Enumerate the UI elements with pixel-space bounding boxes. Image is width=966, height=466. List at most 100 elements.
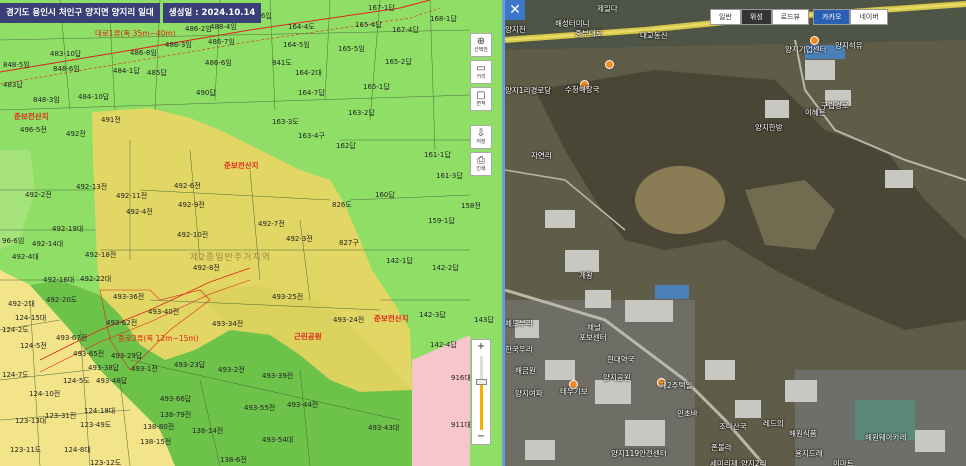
parcel-label: 160답 [375,191,395,199]
parcel-label: 492-9전 [178,201,205,209]
parcel-label: 483답 [3,81,23,89]
parcel-label: 492-16대 [43,276,75,284]
parcel-label: 486-6임 [205,59,232,67]
select-area-button[interactable]: ⊕ 선택안 [470,33,492,57]
save-button[interactable]: ⇩ 저장 [470,125,492,149]
parcel-label: 163-4구 [298,132,325,140]
app-root: 488-6입 488-4임 486-2임 486-3임 486-6임 486-7… [0,0,966,466]
parcel-label: 492-4전 [126,208,153,216]
parcel-label: 848-6임 [53,65,80,73]
address-label: 경기도 용인시 처인구 양지면 양지리 일대 [0,3,160,23]
place-label: 양지천 [505,25,526,34]
parcel-label: 911대 [451,421,471,429]
tab-normal[interactable]: 일반 [710,9,741,25]
parcel-label: 492-11전 [116,192,148,200]
place-label: 양지공원 [603,373,631,382]
parcel-label: 493-54대 [262,436,294,444]
zoom-out-button[interactable]: − [472,430,490,444]
poi-marker[interactable] [605,60,614,69]
parcel-label: 142-3답 [419,311,446,319]
measure-distance-button[interactable]: ▭ 거리 [470,60,492,84]
parcel-label: 142-2답 [432,264,459,272]
place-label: 민초바 [677,409,698,418]
map-toolbar: ⊕ 선택안 ▭ 거리 ▢ 면적 ⇩ 저장 ⎙ 인쇄 [470,33,492,179]
parcel-label: 138-79전 [160,411,192,419]
parcel-label: 124-5도 [63,377,90,385]
zone-label-forest: 준보전산지 [14,112,49,121]
parcel-label: 492-7전 [258,220,285,228]
parcel-label: 492-20도 [46,296,78,304]
tab-roadview[interactable]: 로드뷰 [771,9,810,25]
place-label: 양지기업센터 [785,45,827,54]
download-icon: ⇩ [476,128,486,139]
parcel-label: 123-11도 [10,446,42,454]
parcel-label: 124-5전 [20,342,47,350]
tool-label: 거리 [476,74,486,80]
parcel-label: 493-40전 [148,308,180,316]
parcel-label: 486-7임 [208,38,235,46]
parcel-label: 493-23답 [174,361,206,369]
place-label: 중부대로 [575,29,603,38]
zone-label-forest: 준보전산지 [374,314,409,323]
place-label: 양지2리 [741,459,767,466]
parcel-label: 485답 [147,69,167,77]
tab-kakao[interactable]: 카카오 [813,9,851,25]
parcel-label: 848-3임 [33,96,60,104]
parcel-label: 826도 [332,201,352,209]
close-icon[interactable]: ✕ [505,0,525,20]
place-label: 계왕 [579,271,593,280]
parcel-label: 96-6임 [2,237,25,245]
date-label: 생성일 : 2024.10.14 [162,3,262,23]
place-label: 구립경로 [821,101,849,110]
zoom-slider-fill [480,381,483,430]
parcel-label: 841도 [272,59,292,67]
parcel-label: 124-18대 [84,407,116,415]
parcel-label: 492-4대 [12,253,39,261]
parcel-label: 124-2도 [2,326,29,334]
cadastral-map[interactable]: 488-6입 488-4임 486-2임 486-3임 486-6임 486-7… [0,0,502,466]
parcel-label: 167-4답 [392,26,419,34]
place-label: 폰볼라 [711,443,732,452]
parcel-label: 164-7답 [298,89,325,97]
place-label: 한국우리 [505,345,533,354]
map-header: 경기도 용인시 처인구 양지면 양지리 일대 생성일 : 2024.10.14 [0,3,262,23]
measure-area-button[interactable]: ▢ 면적 [470,87,492,111]
parcel-label: 492-13전 [76,183,108,191]
parcel-label: 491전 [101,116,121,124]
road-label: 중로3류(폭 12m~15m) [118,334,199,343]
place-label: 해원웨아카레 [865,433,907,442]
zone-label-forest: 준보전산지 [224,161,259,170]
parcel-label: 164-2대 [295,69,322,77]
tab-satellite[interactable]: 위성 [740,9,772,25]
zoom-in-button[interactable]: + [472,340,490,354]
parcel-label: 142-1답 [386,257,413,265]
parcel-label: 492전 [66,130,86,138]
place-label: 수청해장국 [565,85,600,94]
print-button[interactable]: ⎙ 인쇄 [470,152,492,176]
satellite-map[interactable]: 제일다 해성터미니 중부대로 양지천 대교동산 양지기업센터 양지석유 수청해장… [505,0,966,466]
place-label: 포보센터 [579,333,607,342]
parcel-label: 138-6전 [220,456,247,464]
parcel-label: 124-7도 [2,371,29,379]
zoom-slider-handle[interactable] [476,378,487,385]
parcel-label: 493-2전 [218,366,245,374]
parcel-label: 496-5전 [20,126,47,134]
place-label: 양지석유 [835,41,863,50]
tool-label: 선택안 [474,47,488,53]
place-label: 용지드래 [795,449,823,458]
zoom-slider[interactable] [476,356,487,430]
parcel-label: 161-3답 [436,172,463,180]
parcel-label: 138-80전 [143,423,175,431]
place-label: 현대약국 [607,355,635,364]
parcel-label: 493-29답 [111,352,143,360]
place-label: 양지119안전센터 [611,449,667,458]
parcel-label: 123-31전 [45,412,77,420]
tool-label: 저장 [476,139,486,145]
parcel-label: 161-1답 [424,151,451,159]
parcel-label: 123-49도 [80,421,112,429]
parcel-label: 490답 [196,89,216,97]
parcel-label: 493-1전 [131,365,158,373]
tab-naver[interactable]: 네이버 [850,9,888,25]
parcel-label: 492-3전 [286,235,313,243]
parcel-label: 165-5임 [338,45,365,53]
